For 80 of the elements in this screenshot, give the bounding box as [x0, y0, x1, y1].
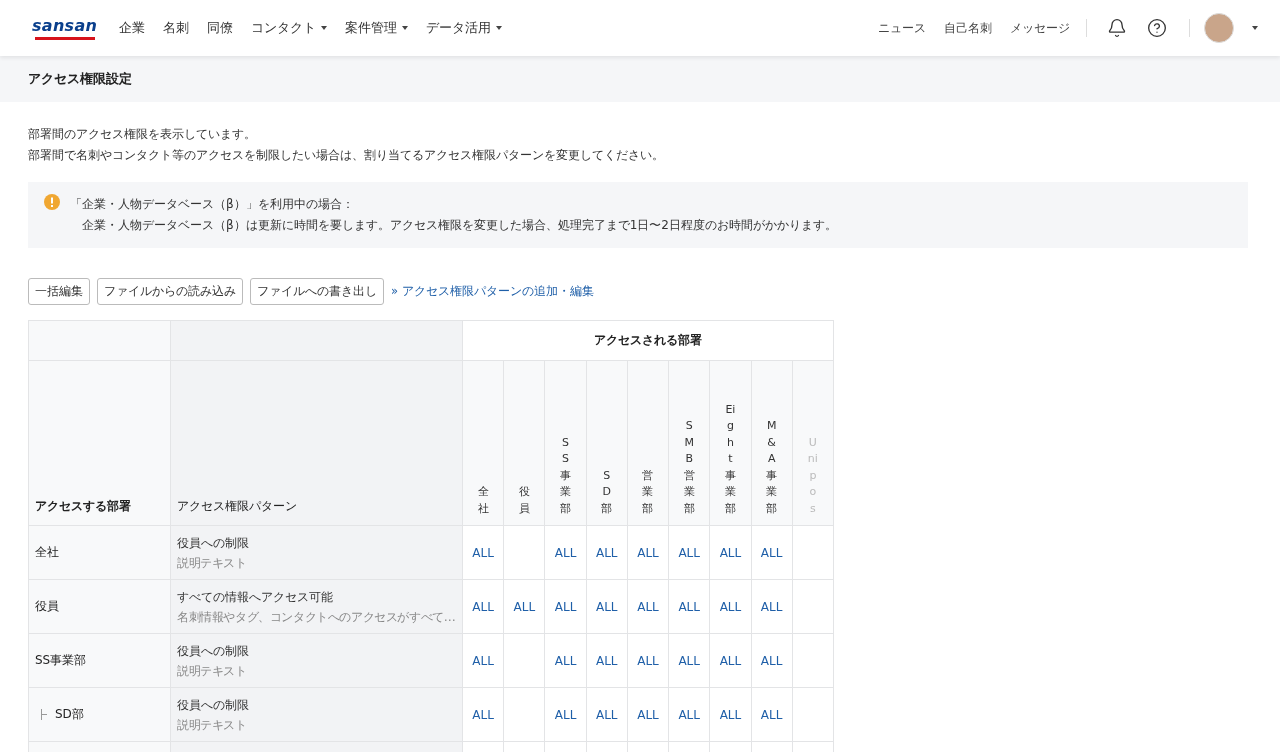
column-group-header: アクセスされる部署: [462, 320, 834, 361]
help-icon[interactable]: [1147, 18, 1167, 38]
column-header: Unipos: [792, 360, 834, 526]
access-link[interactable]: ALL: [462, 579, 504, 634]
pattern-name: 役員への制限: [177, 642, 250, 660]
access-link[interactable]: ALL: [751, 579, 793, 634]
access-link[interactable]: ALL: [709, 525, 752, 580]
access-link[interactable]: ALL: [627, 633, 669, 688]
access-link[interactable]: ALL: [544, 633, 587, 688]
intro-text: 部署間で名刺やコンタクト等のアクセスを制限したい場合は、割り当てるアクセス権限パターンを変更してください。: [28, 147, 665, 164]
pattern-name: 役員への制限: [177, 696, 250, 714]
column-header: Eight事業部: [709, 360, 752, 526]
access-link[interactable]: ALL: [668, 687, 710, 742]
pattern-description: 説明テキスト: [177, 662, 248, 680]
access-link[interactable]: ALL: [709, 687, 752, 742]
column-header: SS事業部: [544, 360, 587, 526]
pattern-description: 説明テキスト: [177, 716, 248, 734]
nav-link[interactable]: 同僚: [207, 19, 234, 37]
intro-text: 部署間のアクセス権限を表示しています。: [28, 126, 257, 143]
column-header: アクセス権限パターン: [170, 360, 463, 526]
pattern-description: 名刺情報やタグ、コンタクトへのアクセスがすべて…: [177, 608, 456, 626]
action-button[interactable]: ファイルからの読み込み: [97, 278, 243, 305]
header-link[interactable]: メッセージ: [1010, 19, 1070, 37]
access-link[interactable]: ALL: [462, 633, 504, 688]
header-link[interactable]: 自己名刺: [944, 19, 992, 37]
pattern-edit-link[interactable]: » アクセス権限パターンの追加・編集: [391, 284, 594, 299]
access-link[interactable]: ALL: [751, 525, 793, 580]
action-button[interactable]: ファイルへの書き出し: [250, 278, 384, 305]
access-link[interactable]: ALL: [544, 687, 587, 742]
caret-icon[interactable]: [1252, 26, 1258, 30]
page-title: アクセス権限設定: [28, 70, 132, 88]
nav-link[interactable]: 案件管理: [345, 19, 409, 37]
access-link[interactable]: ALL: [709, 579, 752, 634]
access-link[interactable]: ALL: [668, 633, 710, 688]
notice-text: 企業・人物データベース（β）は更新に時間を要します。アクセス権限を変更した場合、処理完了まで1日〜2日程度のお時間がかかります。: [81, 217, 837, 234]
access-link[interactable]: ALL: [627, 687, 669, 742]
access-link[interactable]: ALL: [586, 633, 628, 688]
department-name: 全社: [35, 544, 59, 561]
nav-link[interactable]: 名刺: [163, 19, 190, 37]
warning-icon: [44, 194, 60, 210]
department-name: SS事業部: [35, 652, 87, 669]
access-link[interactable]: ALL: [751, 633, 793, 688]
column-header: M&A事業部: [751, 360, 793, 526]
access-link[interactable]: ALL: [586, 579, 628, 634]
access-link[interactable]: ALL: [751, 687, 793, 742]
access-link[interactable]: ALL: [544, 525, 587, 580]
column-header: 全社: [462, 360, 504, 526]
nav-link[interactable]: データ活用: [426, 19, 503, 37]
access-link[interactable]: ALL: [503, 579, 545, 634]
access-link[interactable]: ALL: [462, 687, 504, 742]
access-link[interactable]: ALL: [627, 525, 669, 580]
sansan-logo[interactable]: sansan: [32, 16, 98, 40]
pattern-name: すべての情報へアクセス可能: [177, 588, 334, 606]
column-header: 役員: [503, 360, 545, 526]
pattern-name: 役員への制限: [177, 534, 250, 552]
column-header: SMB営業部: [668, 360, 710, 526]
notice-title: 「企業・人物データベース（β）」を利用中の場合：: [70, 196, 355, 213]
access-link[interactable]: ALL: [709, 633, 752, 688]
access-link[interactable]: ALL: [668, 579, 710, 634]
department-name: SD部: [55, 706, 84, 723]
caret-icon: [402, 26, 409, 30]
pattern-description: 説明テキスト: [177, 554, 248, 572]
nav-link[interactable]: コンタクト: [251, 19, 328, 37]
column-header: 営業部: [627, 360, 669, 526]
bell-icon[interactable]: [1107, 18, 1127, 38]
tree-branch-icon: [41, 709, 47, 720]
header-link[interactable]: ニュース: [878, 19, 926, 37]
column-header: アクセスする部署: [28, 360, 171, 526]
action-button[interactable]: 一括編集: [28, 278, 90, 305]
access-link[interactable]: ALL: [586, 687, 628, 742]
access-link[interactable]: ALL: [668, 525, 710, 580]
access-link[interactable]: ALL: [462, 525, 504, 580]
access-link[interactable]: ALL: [544, 579, 587, 634]
access-link[interactable]: ALL: [586, 525, 628, 580]
access-link[interactable]: ALL: [627, 579, 669, 634]
caret-icon: [321, 26, 328, 30]
nav-link[interactable]: 企業: [119, 19, 146, 37]
caret-icon: [496, 26, 503, 30]
department-name: 役員: [35, 598, 59, 615]
column-header: SD部: [586, 360, 628, 526]
